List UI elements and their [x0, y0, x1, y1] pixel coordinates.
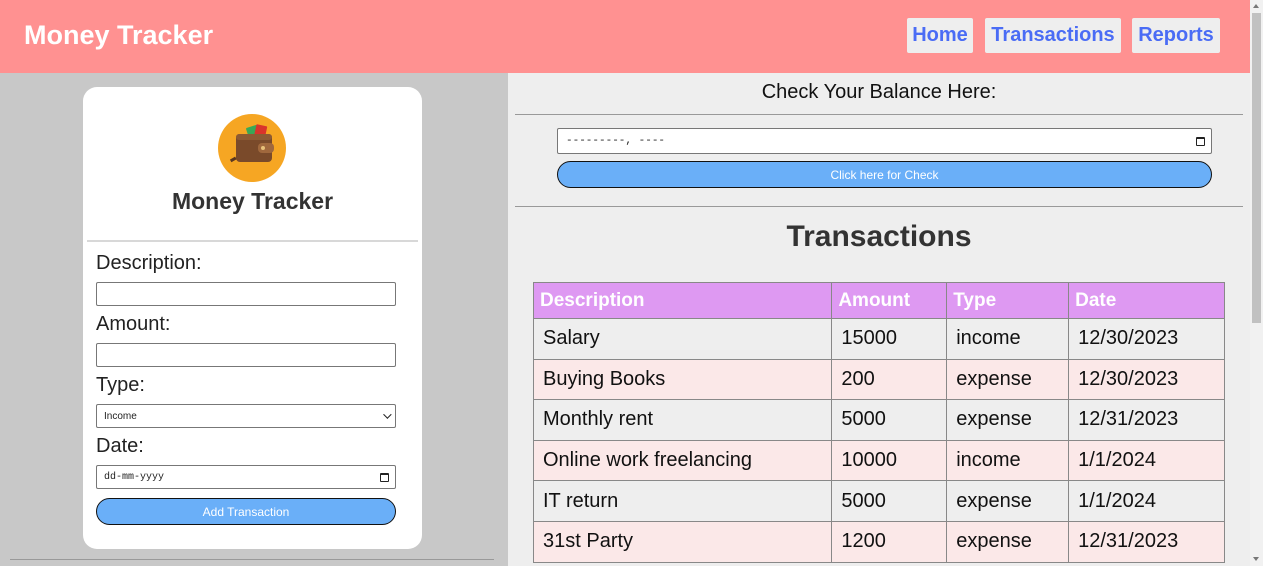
calendar-icon[interactable] — [1196, 136, 1205, 146]
amount-label: Amount: — [96, 313, 171, 335]
cell-type: expense — [946, 399, 1070, 441]
cell-date: 1/1/2024 — [1068, 439, 1225, 482]
page-scrollbar[interactable] — [1250, 0, 1263, 566]
nav-home-button[interactable]: Home — [907, 18, 973, 53]
cell-description: Online work freelancing — [532, 439, 833, 482]
cell-amount: 1200 — [831, 520, 948, 563]
type-label: Type: — [96, 374, 145, 396]
add-transaction-button[interactable]: Add Transaction — [96, 498, 396, 525]
cell-amount: 5000 — [831, 399, 948, 441]
form-divider — [87, 240, 418, 242]
date-label: Date: — [96, 435, 144, 457]
cell-date: 12/31/2023 — [1068, 399, 1225, 441]
table-row: Buying Books 200 expense 12/30/2023 — [532, 358, 1225, 401]
cell-description: IT return — [532, 480, 833, 522]
left-pane: Money Tracker Description: Amount: Type:… — [0, 73, 508, 566]
transactions-table: Description Amount Type Date Salary 1500… — [532, 282, 1225, 563]
column-header-type: Type — [946, 282, 1070, 319]
cell-type: expense — [946, 358, 1070, 401]
balance-month-placeholder: ---------, ---- — [566, 135, 666, 147]
cell-date: 12/31/2023 — [1068, 520, 1225, 563]
balance-divider-bottom — [515, 206, 1243, 207]
right-pane: Check Your Balance Here: ---------, ----… — [508, 73, 1250, 566]
amount-input[interactable] — [96, 343, 396, 367]
balance-month-input[interactable]: ---------, ---- — [557, 128, 1212, 154]
cell-date: 1/1/2024 — [1068, 480, 1225, 522]
type-select[interactable]: Income — [96, 404, 396, 428]
wallet-icon — [218, 114, 286, 182]
date-input[interactable]: dd-mm-yyyy — [96, 465, 396, 489]
cell-amount: 5000 — [831, 480, 948, 522]
description-label: Description: — [96, 252, 202, 274]
calendar-icon[interactable] — [380, 472, 389, 482]
brand-title: Money Tracker — [24, 20, 214, 50]
column-header-description: Description — [532, 282, 833, 319]
balance-title: Check Your Balance Here: — [761, 81, 997, 103]
balance-divider-top — [515, 114, 1243, 115]
form-title: Money Tracker — [171, 188, 334, 214]
transactions-title: Transactions — [786, 220, 972, 253]
cell-date: 12/30/2023 — [1068, 358, 1225, 401]
table-row: Online work freelancing 10000 income 1/1… — [532, 439, 1225, 482]
table-row: Monthly rent 5000 expense 12/31/2023 — [532, 399, 1225, 441]
description-input[interactable] — [96, 282, 396, 306]
scroll-down-arrow-icon[interactable] — [1253, 557, 1259, 561]
cell-amount: 15000 — [831, 318, 948, 360]
cell-description: Salary — [532, 318, 833, 360]
date-placeholder: dd-mm-yyyy — [104, 471, 165, 483]
column-header-date: Date — [1068, 282, 1225, 319]
table-row: Salary 15000 income 12/30/2023 — [532, 318, 1225, 360]
nav-transactions-button[interactable]: Transactions — [985, 18, 1121, 53]
table-header-row: Description Amount Type Date — [532, 282, 1225, 319]
cell-description: 31st Party — [532, 520, 833, 563]
check-balance-button[interactable]: Click here for Check — [557, 161, 1212, 188]
left-divider — [10, 559, 494, 560]
scrollbar-thumb[interactable] — [1252, 13, 1261, 323]
chevron-down-icon — [383, 410, 392, 419]
app-header: Money Tracker Home Transactions Reports — [0, 0, 1250, 73]
cell-date: 12/30/2023 — [1068, 318, 1225, 360]
column-header-amount: Amount — [831, 282, 948, 319]
scroll-up-arrow-icon[interactable] — [1253, 4, 1259, 8]
table-row: IT return 5000 expense 1/1/2024 — [532, 480, 1225, 522]
cell-description: Monthly rent — [532, 399, 833, 441]
cell-amount: 200 — [831, 358, 948, 401]
table-row: 31st Party 1200 expense 12/31/2023 — [532, 520, 1225, 563]
cell-description: Buying Books — [532, 358, 833, 401]
cell-type: expense — [946, 480, 1070, 522]
cell-type: income — [946, 439, 1070, 482]
cell-type: income — [946, 318, 1070, 360]
cell-amount: 10000 — [831, 439, 948, 482]
type-selected-value: Income — [104, 410, 137, 422]
nav-reports-button[interactable]: Reports — [1132, 18, 1220, 53]
cell-type: expense — [946, 520, 1070, 563]
transaction-form-card: Money Tracker Description: Amount: Type:… — [83, 87, 422, 549]
